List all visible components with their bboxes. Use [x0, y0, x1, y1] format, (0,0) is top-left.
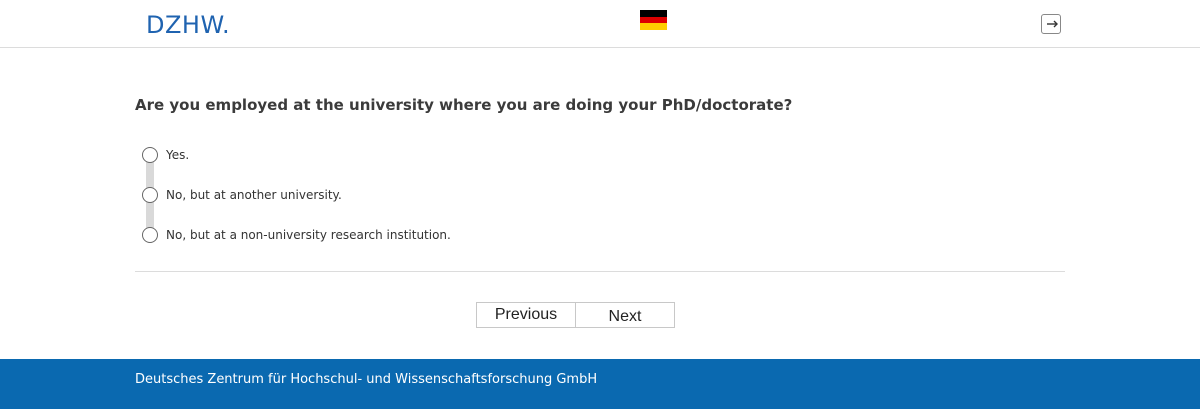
germany-flag-icon[interactable] [640, 10, 667, 31]
next-button[interactable]: Next [575, 302, 675, 328]
footer-text: Deutsches Zentrum für Hochschul- und Wis… [135, 372, 598, 387]
dzhw-logo[interactable]: DZHW. [146, 11, 230, 39]
footer: Deutsches Zentrum für Hochschul- und Wis… [0, 359, 1200, 409]
divider [135, 271, 1065, 272]
flag-stripe-red [640, 16, 667, 24]
radio-other-university[interactable] [142, 187, 158, 203]
option-label[interactable]: No, but at another university. [166, 188, 342, 202]
header: DZHW. [0, 0, 1200, 48]
question-title: Are you employed at the university where… [135, 96, 793, 114]
logout-button[interactable] [1041, 14, 1061, 34]
previous-button[interactable]: Previous [476, 302, 576, 328]
radio-non-university[interactable] [142, 227, 158, 243]
radio-yes[interactable] [142, 147, 158, 163]
flag-stripe-black [640, 10, 667, 17]
logout-icon [1047, 20, 1058, 28]
flag-stripe-gold [640, 23, 667, 31]
option-label[interactable]: No, but at a non-university research ins… [166, 228, 451, 242]
option-label[interactable]: Yes. [166, 148, 189, 162]
